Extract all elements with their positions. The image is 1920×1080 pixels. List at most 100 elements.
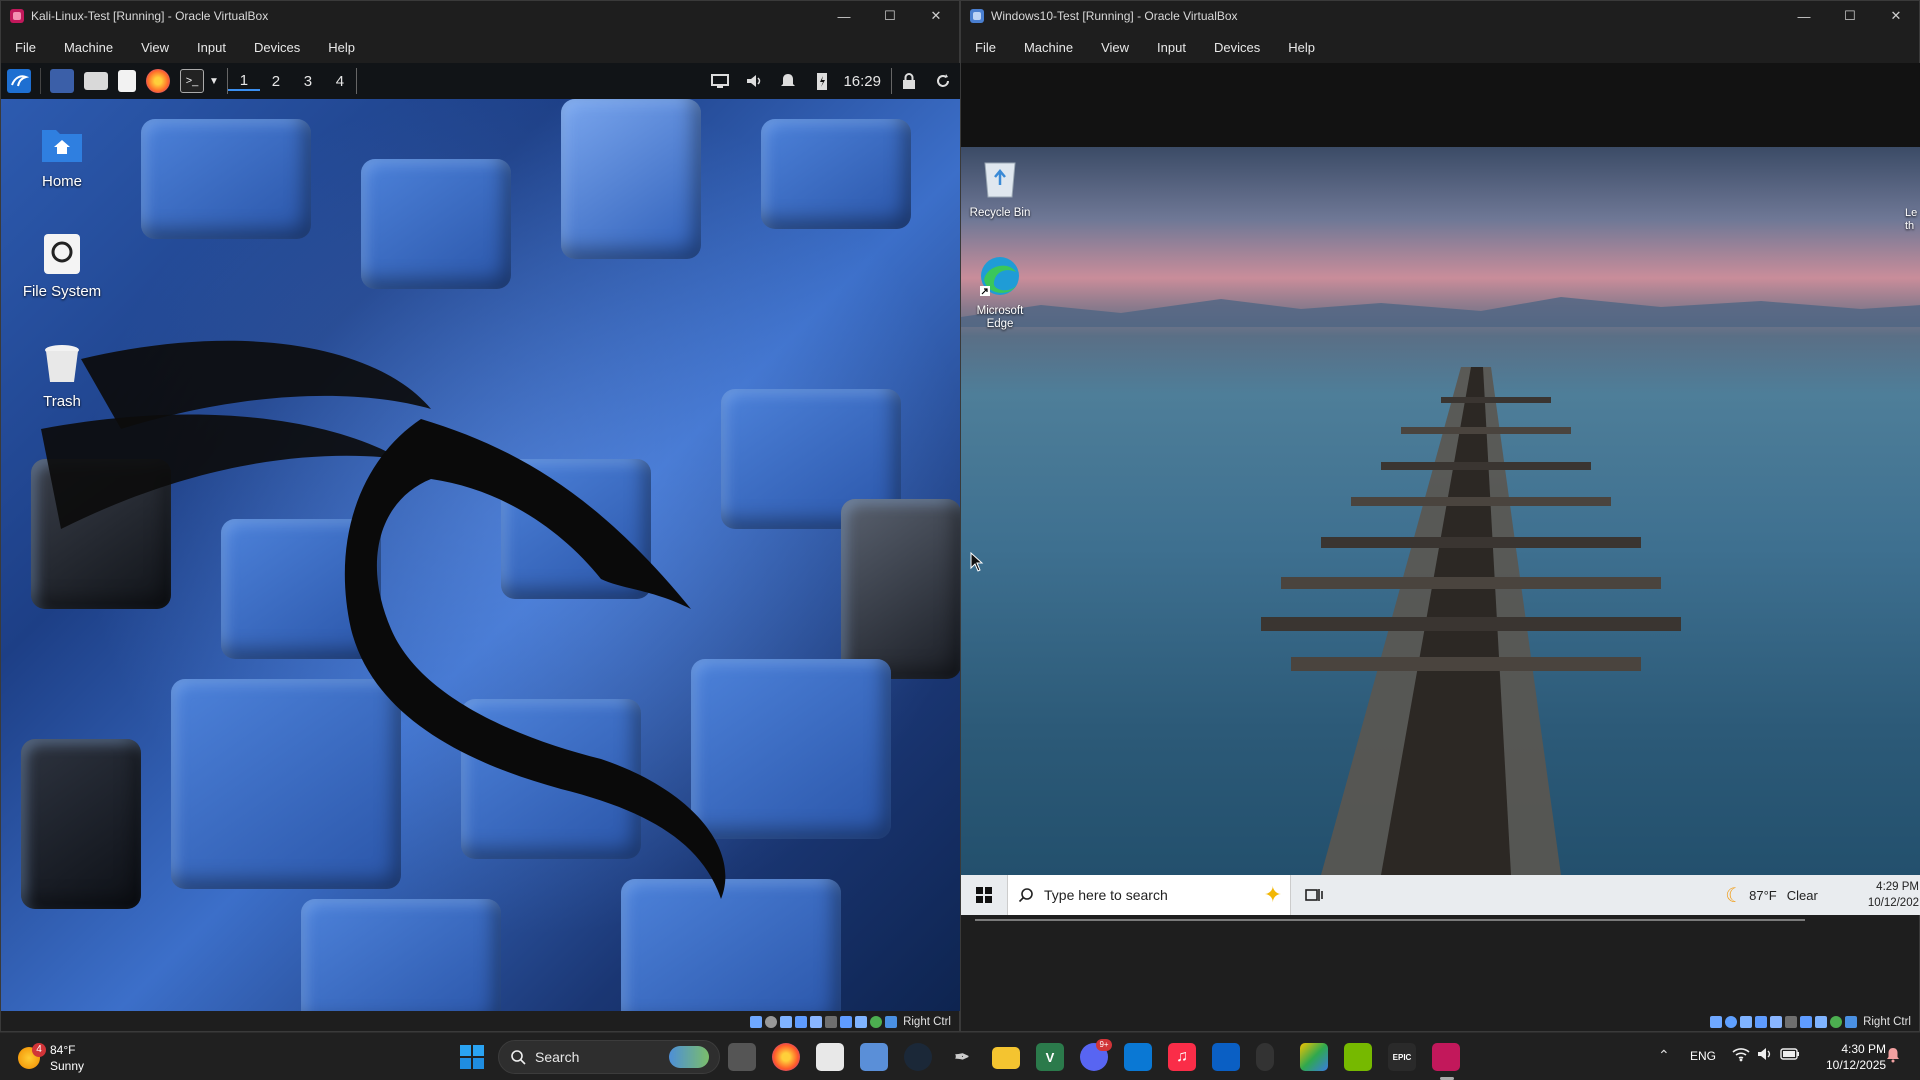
usb-status-icon[interactable]: [1770, 1016, 1783, 1028]
taskbar-pen-tool-icon[interactable]: ✒: [948, 1043, 976, 1071]
host-start-button[interactable]: [460, 1045, 484, 1074]
volume-icon[interactable]: [1756, 1046, 1774, 1067]
taskbar-epic-games-icon[interactable]: EPIC: [1388, 1043, 1416, 1071]
maximize-button[interactable]: ☐: [1827, 1, 1873, 31]
taskbar-firefox-icon[interactable]: [772, 1043, 800, 1071]
optical-status-icon[interactable]: [765, 1016, 778, 1028]
hdd-status-icon[interactable]: [750, 1016, 763, 1028]
weather-condition[interactable]: Clear: [1787, 888, 1818, 903]
taskbar-file-explorer-icon[interactable]: [992, 1047, 1020, 1069]
battery-icon[interactable]: [1780, 1047, 1800, 1066]
panel-clock[interactable]: 16:29: [843, 73, 881, 90]
display-status-icon[interactable]: [840, 1016, 853, 1028]
cpu-status-icon[interactable]: [1830, 1016, 1843, 1028]
recording-status-icon[interactable]: [1815, 1016, 1828, 1028]
lock-icon[interactable]: [897, 69, 921, 93]
taskbar-task-view-icon[interactable]: [728, 1043, 756, 1071]
audio-status-icon[interactable]: [780, 1016, 793, 1028]
taskbar-steam-icon[interactable]: [904, 1043, 932, 1071]
show-desktop-icon[interactable]: [50, 69, 74, 93]
workspace-2[interactable]: 2: [260, 73, 292, 90]
menu-help[interactable]: Help: [314, 40, 369, 55]
minimize-button[interactable]: —: [1781, 1, 1827, 31]
display-status-icon[interactable]: [1800, 1016, 1813, 1028]
minimize-button[interactable]: —: [821, 1, 867, 31]
menu-file[interactable]: File: [1, 40, 50, 55]
taskbar-itunes-icon[interactable]: ♫: [1168, 1043, 1196, 1071]
menu-view[interactable]: View: [1087, 40, 1143, 55]
menu-devices[interactable]: Devices: [1200, 40, 1274, 55]
host-weather-widget[interactable]: 4 84°F Sunny: [18, 1041, 108, 1073]
desktop-icon-edge[interactable]: Microsoft Edge: [961, 253, 1055, 331]
chevron-down-icon[interactable]: ▼: [209, 76, 219, 87]
maximize-button[interactable]: ☐: [867, 1, 913, 31]
desktop-icon-filesystem[interactable]: File System: [7, 231, 117, 300]
optical-status-icon[interactable]: [1725, 1016, 1738, 1028]
cpu-status-icon[interactable]: [870, 1016, 883, 1028]
kali-menu-icon[interactable]: [7, 69, 31, 93]
network-status-icon[interactable]: [795, 1016, 808, 1028]
text-editor-icon[interactable]: [118, 70, 136, 92]
menu-input[interactable]: Input: [1143, 40, 1200, 55]
menu-machine[interactable]: Machine: [1010, 40, 1087, 55]
mouse-integration-icon[interactable]: [885, 1016, 898, 1028]
terminal-icon[interactable]: >_: [180, 69, 204, 93]
volume-icon[interactable]: [742, 69, 766, 93]
menu-devices[interactable]: Devices: [240, 40, 314, 55]
firefox-icon[interactable]: [146, 69, 170, 93]
logout-icon[interactable]: [931, 69, 955, 93]
language-indicator[interactable]: ENG: [1690, 1049, 1716, 1063]
menu-view[interactable]: View: [127, 40, 183, 55]
network-status-icon[interactable]: [1755, 1016, 1768, 1028]
host-search-box[interactable]: Search: [498, 1040, 720, 1074]
win10-search-box[interactable]: Type here to search ✦: [1007, 875, 1291, 915]
menu-file[interactable]: File: [961, 40, 1010, 55]
taskbar-photo-viewer-icon[interactable]: [860, 1043, 888, 1071]
weather-temp[interactable]: 87°F: [1749, 888, 1777, 903]
desktop-icon-home[interactable]: Home: [7, 121, 117, 190]
usb-status-icon[interactable]: [810, 1016, 823, 1028]
shared-folders-status-icon[interactable]: [825, 1016, 838, 1028]
taskbar-nvidia-icon[interactable]: [1344, 1043, 1372, 1071]
taskbar-virtualbox-icon[interactable]: [1432, 1043, 1460, 1071]
notification-bell-icon[interactable]: [1886, 1047, 1900, 1068]
mouse-integration-icon[interactable]: [1845, 1016, 1858, 1028]
menu-help[interactable]: Help: [1274, 40, 1329, 55]
desktop-icon-trash[interactable]: Trash: [7, 341, 117, 410]
power-battery-icon[interactable]: [810, 69, 834, 93]
notification-bell-icon[interactable]: [776, 69, 800, 93]
recording-status-icon[interactable]: [855, 1016, 868, 1028]
desktop-icon-recycle-bin[interactable]: Recycle Bin: [961, 155, 1055, 219]
menu-input[interactable]: Input: [183, 40, 240, 55]
file-manager-icon[interactable]: [84, 72, 108, 90]
taskbar-visio-icon[interactable]: V: [1036, 1043, 1064, 1071]
shared-folders-status-icon[interactable]: [1785, 1016, 1798, 1028]
close-button[interactable]: ✕: [913, 1, 959, 31]
show-hidden-icons-chevron-icon[interactable]: ⌃: [1658, 1047, 1670, 1064]
win10-desktop[interactable]: Recycle Bin Microsoft Edge Le th: [961, 147, 1920, 875]
workspace-1[interactable]: 1: [227, 72, 260, 91]
kali-desktop[interactable]: Home File System Trash: [1, 99, 960, 1011]
taskbar-mouse-icon[interactable]: [1256, 1043, 1274, 1071]
audio-status-icon[interactable]: [1740, 1016, 1753, 1028]
taskbar-paint-icon[interactable]: [1212, 1043, 1240, 1071]
kali-vbox-window[interactable]: Kali-Linux-Test [Running] - Oracle Virtu…: [0, 0, 960, 1032]
taskbar-notepad-icon[interactable]: [816, 1043, 844, 1071]
host-clock[interactable]: 4:30 PM 10/12/2025: [1826, 1041, 1886, 1073]
workspace-4[interactable]: 4: [324, 73, 356, 90]
menu-machine[interactable]: Machine: [50, 40, 127, 55]
windows-start-button[interactable]: [961, 875, 1007, 915]
display-icon[interactable]: [708, 69, 732, 93]
win10-vbox-window[interactable]: Windows10-Test [Running] - Oracle Virtua…: [960, 0, 1920, 1032]
workspace-3[interactable]: 3: [292, 73, 324, 90]
taskbar-bluestacks-icon[interactable]: [1300, 1043, 1328, 1071]
kali-titlebar[interactable]: Kali-Linux-Test [Running] - Oracle Virtu…: [1, 1, 959, 31]
search-icon: [511, 1049, 526, 1065]
taskbar-remote-desktop-icon[interactable]: [1124, 1043, 1152, 1071]
close-button[interactable]: ✕: [1873, 1, 1919, 31]
win10-clock[interactable]: 4:29 PM 10/12/202: [1868, 879, 1920, 911]
wifi-icon[interactable]: [1732, 1046, 1750, 1067]
task-view-icon[interactable]: [1291, 875, 1337, 915]
hdd-status-icon[interactable]: [1710, 1016, 1723, 1028]
win10-titlebar[interactable]: Windows10-Test [Running] - Oracle Virtua…: [961, 1, 1919, 31]
